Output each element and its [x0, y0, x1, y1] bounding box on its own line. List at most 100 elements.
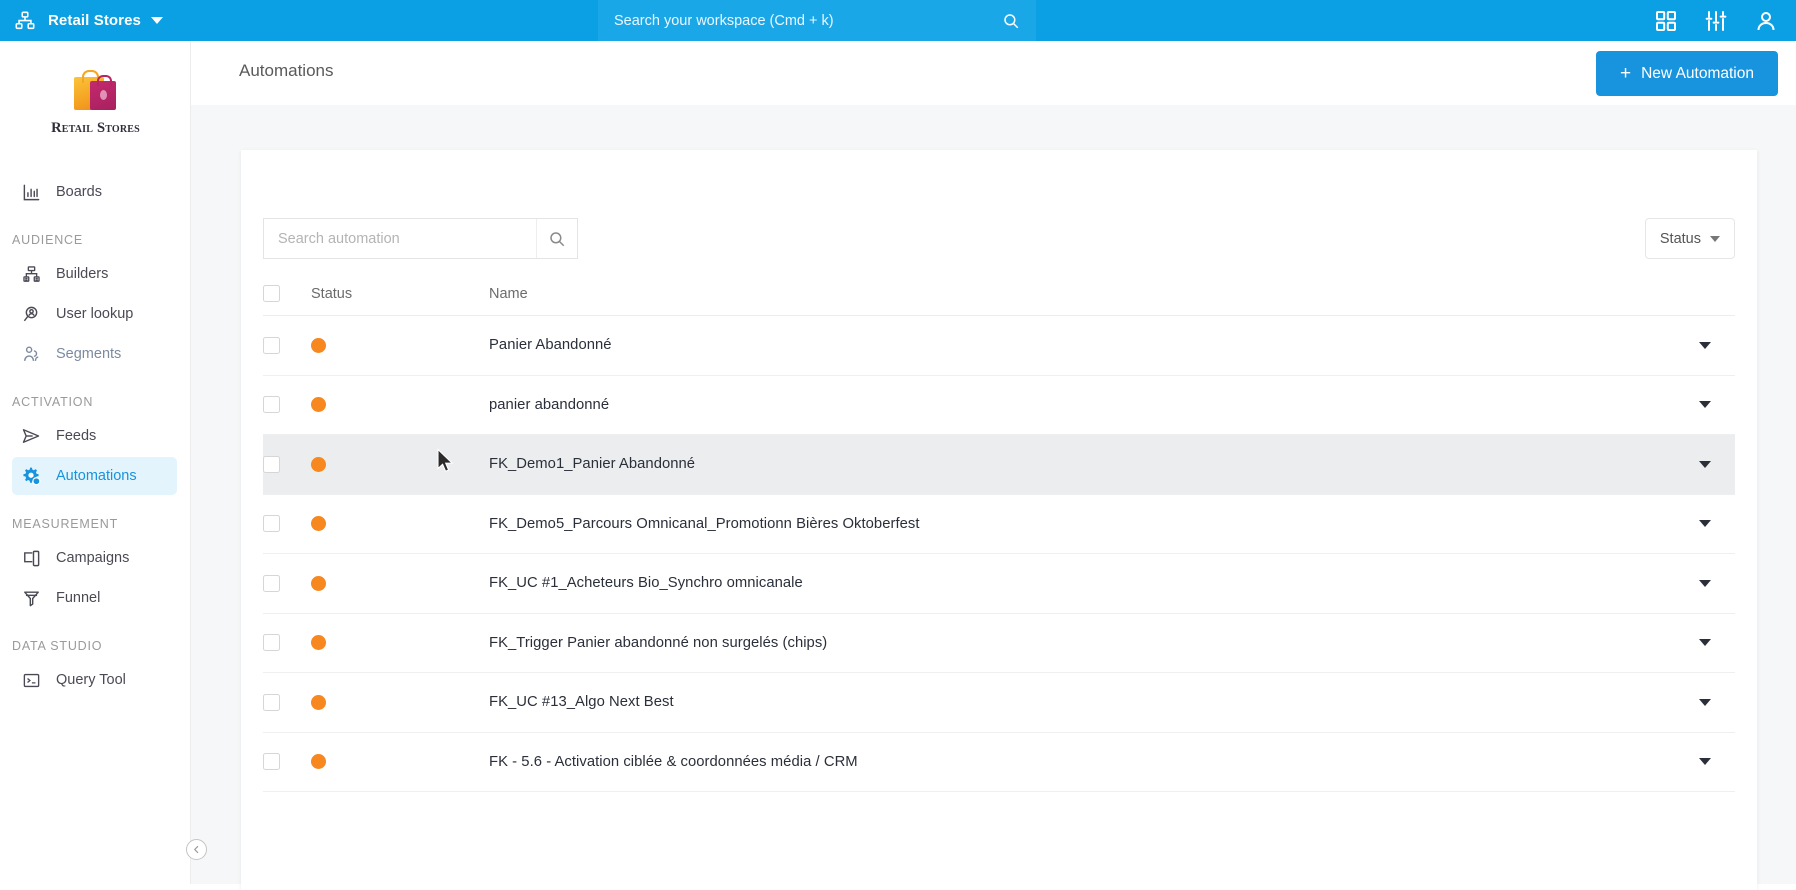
sidebar-item-label: Boards [56, 184, 102, 200]
row-select-cell [263, 694, 311, 711]
plus-icon: + [1620, 64, 1631, 83]
row-select-cell [263, 575, 311, 592]
chevron-down-icon [1699, 342, 1711, 349]
grid-apps-icon[interactable] [1654, 9, 1678, 33]
sidebar-group-audience: AUDIENCE [0, 233, 191, 247]
row-actions-menu-button[interactable] [1675, 461, 1735, 468]
row-actions-menu-button[interactable] [1675, 758, 1735, 765]
sidebar-item-boards[interactable]: Boards [12, 173, 177, 211]
sidebar-item-user-lookup[interactable]: User lookup [12, 295, 177, 333]
row-status-cell [311, 516, 489, 531]
row-name-label: FK_UC #13_Algo Next Best [489, 694, 1675, 710]
row-checkbox[interactable] [263, 456, 280, 473]
sidebar-item-label: Builders [56, 266, 108, 282]
row-checkbox[interactable] [263, 575, 280, 592]
status-filter-dropdown[interactable]: Status [1645, 218, 1735, 259]
builders-grid-icon [20, 263, 42, 285]
row-checkbox[interactable] [263, 634, 280, 651]
table-header-row: Status Name [263, 272, 1735, 316]
sub-header: Automations + New Automation [0, 41, 1796, 105]
search-automation-field[interactable] [263, 218, 578, 259]
sidebar-item-label: Funnel [56, 590, 100, 606]
row-checkbox[interactable] [263, 515, 280, 532]
chevron-down-icon [1699, 758, 1711, 765]
org-chart-icon [14, 10, 36, 32]
brand-logo: Retail Stores [0, 67, 191, 137]
row-name-label: FK_Demo1_Panier Abandonné [489, 456, 1675, 472]
row-status-cell [311, 457, 489, 472]
sidebar-item-segments[interactable]: Segments [12, 335, 177, 373]
sidebar-collapse-button[interactable] [186, 839, 207, 860]
row-name-label: FK_Trigger Panier abandonné non surgelés… [489, 635, 1675, 651]
row-actions-menu-button[interactable] [1675, 520, 1735, 527]
topbar-actions [1654, 0, 1778, 41]
row-checkbox[interactable] [263, 694, 280, 711]
row-name-label: FK_Demo5_Parcours Omnicanal_Promotionn B… [489, 516, 1675, 532]
column-header-name[interactable]: Name [489, 286, 1675, 302]
table-row[interactable]: FK_Trigger Panier abandonné non surgelés… [263, 614, 1735, 674]
row-actions-menu-button[interactable] [1675, 342, 1735, 349]
row-status-cell [311, 397, 489, 412]
row-checkbox[interactable] [263, 753, 280, 770]
global-search-input[interactable]: Search your workspace (Cmd + k) [598, 0, 1036, 41]
top-bar: Retail Stores Search your workspace (Cmd… [0, 0, 1796, 41]
org-switcher[interactable]: Retail Stores [0, 10, 163, 32]
row-actions-menu-button[interactable] [1675, 639, 1735, 646]
table-row[interactable]: FK_Demo1_Panier Abandonné [263, 435, 1735, 495]
row-select-cell [263, 515, 311, 532]
status-badge [311, 516, 326, 531]
chevron-down-icon[interactable] [151, 17, 163, 24]
table-row[interactable]: FK_Demo5_Parcours Omnicanal_Promotionn B… [263, 495, 1735, 555]
breadcrumb: Automations [239, 61, 334, 81]
sidebar-item-feeds[interactable]: Feeds [12, 417, 177, 455]
row-actions-menu-button[interactable] [1675, 401, 1735, 408]
sidebar-item-automations[interactable]: Automations [12, 457, 177, 495]
sidebar-item-label: Feeds [56, 428, 96, 444]
status-badge [311, 635, 326, 650]
status-badge [311, 457, 326, 472]
row-status-cell [311, 338, 489, 353]
sliders-settings-icon[interactable] [1704, 9, 1728, 33]
people-segments-icon [20, 343, 42, 365]
row-name-label: FK - 5.6 - Activation ciblée & coordonné… [489, 754, 1675, 770]
table-row[interactable]: panier abandonné [263, 376, 1735, 436]
status-badge [311, 397, 326, 412]
search-icon[interactable] [536, 219, 577, 258]
status-badge [311, 754, 326, 769]
search-input[interactable] [264, 219, 536, 258]
chevron-down-icon [1699, 699, 1711, 706]
row-status-cell [311, 576, 489, 591]
new-automation-button[interactable]: + New Automation [1596, 51, 1778, 96]
row-name-label: FK_UC #1_Acheteurs Bio_Synchro omnicanal… [489, 575, 1675, 591]
user-account-icon[interactable] [1754, 9, 1778, 33]
paper-plane-icon [20, 425, 42, 447]
main-content: Status Status Name Panier Abandonnépanie… [191, 105, 1796, 884]
chevron-down-icon [1699, 520, 1711, 527]
table-row[interactable]: FK_UC #13_Algo Next Best [263, 673, 1735, 733]
sidebar-item-label: Automations [56, 468, 137, 484]
select-all-checkbox[interactable] [263, 285, 280, 302]
sidebar-item-label: Query Tool [56, 672, 126, 688]
sidebar-item-campaigns[interactable]: Campaigns [12, 539, 177, 577]
sidebar-item-query-tool[interactable]: Query Tool [12, 661, 177, 699]
sidebar-item-funnel[interactable]: Funnel [12, 579, 177, 617]
row-checkbox[interactable] [263, 337, 280, 354]
table-row[interactable]: FK_UC #1_Acheteurs Bio_Synchro omnicanal… [263, 554, 1735, 614]
new-automation-label: New Automation [1641, 65, 1754, 83]
funnel-icon [20, 587, 42, 609]
column-header-status[interactable]: Status [311, 286, 489, 302]
search-icon[interactable] [1002, 12, 1020, 30]
table-row[interactable]: Panier Abandonné [263, 316, 1735, 376]
table-body: Panier Abandonnépanier abandonné FK_Demo1… [263, 316, 1735, 792]
automations-panel: Status Status Name Panier Abandonnépanie… [241, 150, 1757, 890]
row-actions-menu-button[interactable] [1675, 580, 1735, 587]
status-badge [311, 338, 326, 353]
table-row[interactable]: FK - 5.6 - Activation ciblée & coordonné… [263, 733, 1735, 793]
row-checkbox[interactable] [263, 396, 280, 413]
gear-automation-icon [20, 465, 42, 487]
row-select-cell [263, 337, 311, 354]
sidebar-item-builders[interactable]: Builders [12, 255, 177, 293]
row-actions-menu-button[interactable] [1675, 699, 1735, 706]
automations-table: Status Name Panier Abandonnépanier aband… [263, 272, 1735, 792]
row-select-cell [263, 396, 311, 413]
